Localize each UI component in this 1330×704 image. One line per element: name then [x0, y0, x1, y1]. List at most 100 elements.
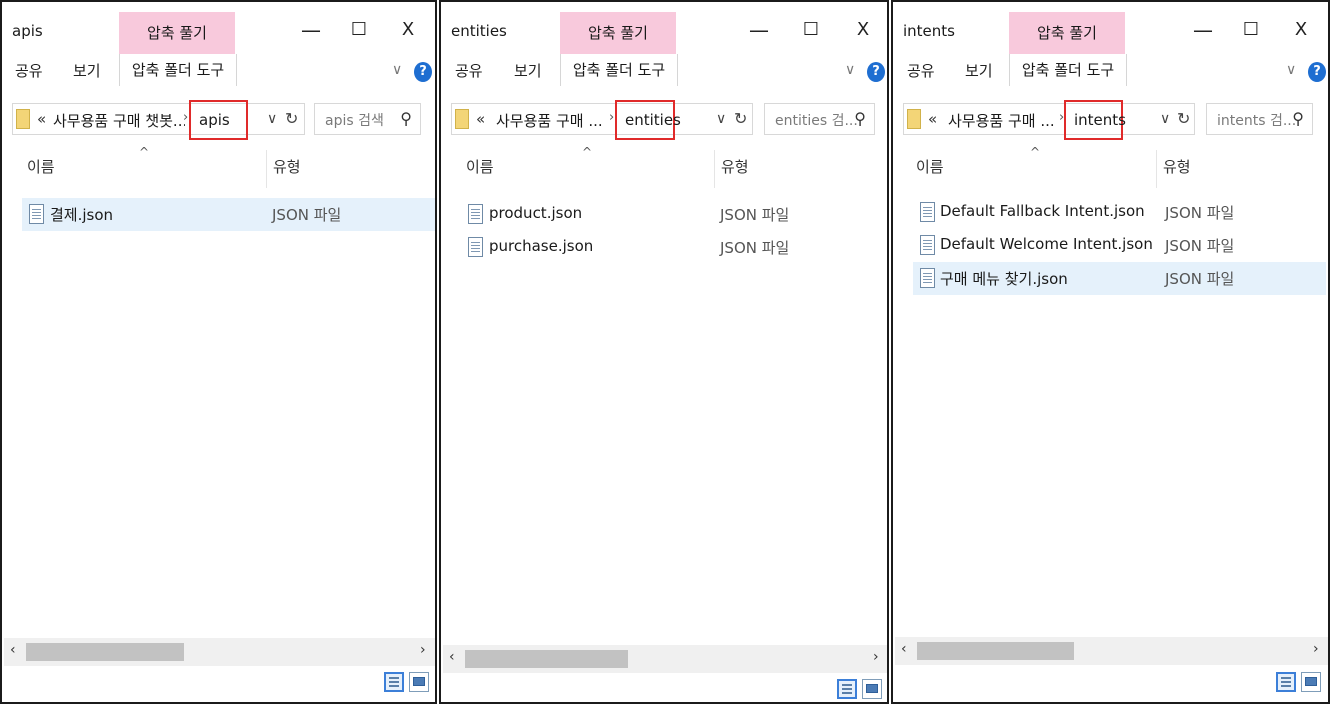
tab-share[interactable]: 공유	[455, 60, 483, 81]
column-header-type[interactable]: 유형	[721, 156, 749, 177]
column-divider[interactable]	[266, 150, 267, 188]
refresh-icon[interactable]: ↻	[734, 109, 747, 128]
help-icon[interactable]: ?	[867, 62, 885, 82]
search-icon[interactable]: ⚲	[854, 109, 866, 128]
horizontal-scrollbar[interactable]: ‹ ›	[4, 638, 435, 666]
breadcrumb-parent[interactable]: 사무용품 구매 챗봇...	[53, 110, 185, 131]
column-header-type[interactable]: 유형	[1163, 156, 1191, 177]
file-type: JSON 파일	[720, 206, 790, 224]
address-bar[interactable]: « 사무용품 구매 챗봇... › apis ∨ ↻	[12, 100, 305, 140]
scroll-left-icon[interactable]: ‹	[10, 642, 16, 658]
tab-compressed-folder-tools[interactable]: 압축 폴더 도구	[1009, 54, 1127, 86]
details-view-button[interactable]	[1276, 672, 1296, 692]
large-icons-view-icon	[413, 677, 425, 686]
tab-extract[interactable]: 압축 풀기	[560, 12, 676, 54]
search-input[interactable]: intents 검... ⚲	[1206, 103, 1313, 135]
file-name: product.json	[489, 204, 583, 222]
tab-view[interactable]: 보기	[514, 60, 542, 81]
breadcrumb-parent[interactable]: 사무용품 구매 ...	[496, 110, 608, 131]
address-dropdown-icon[interactable]: ∨	[716, 111, 726, 127]
scroll-left-icon[interactable]: ‹	[901, 641, 907, 657]
details-view-button[interactable]	[837, 679, 857, 699]
folder-icon	[907, 109, 921, 129]
breadcrumb-chevron[interactable]: «	[37, 110, 46, 128]
refresh-icon[interactable]: ↻	[1177, 109, 1190, 128]
close-button[interactable]: X	[388, 14, 428, 46]
column-header-name[interactable]: 이름	[916, 156, 944, 177]
tab-extract[interactable]: 압축 풀기	[119, 12, 235, 54]
column-divider[interactable]	[1156, 150, 1157, 188]
details-view-icon	[389, 677, 399, 687]
breadcrumb-chevron[interactable]: «	[928, 110, 937, 128]
tab-view[interactable]: 보기	[73, 60, 101, 81]
column-header-name[interactable]: 이름	[466, 156, 494, 177]
chevron-down-icon[interactable]: ∨	[392, 62, 402, 78]
tab-compressed-folder-tools[interactable]: 압축 폴더 도구	[119, 54, 237, 86]
details-view-icon	[842, 684, 852, 694]
address-dropdown-icon[interactable]: ∨	[1160, 111, 1170, 127]
close-button[interactable]: X	[1281, 14, 1321, 46]
horizontal-scrollbar[interactable]: ‹ ›	[443, 645, 887, 673]
address-bar[interactable]: « 사무용품 구매 ... › entities ∨ ↻	[451, 100, 753, 140]
window-title: apis	[12, 22, 43, 40]
explorer-window-entities: entities 압축 풀기 — ☐ X 공유 보기 압축 폴더 도구 ∨ ? …	[439, 0, 889, 704]
file-name: Default Welcome Intent.json	[940, 235, 1153, 253]
breadcrumb-current[interactable]: intents	[1064, 100, 1126, 140]
minimize-button[interactable]: —	[291, 14, 331, 46]
scroll-left-icon[interactable]: ‹	[449, 649, 455, 665]
refresh-icon[interactable]: ↻	[285, 109, 298, 128]
breadcrumb-current[interactable]: apis	[189, 100, 248, 140]
scroll-right-icon[interactable]: ›	[1313, 641, 1319, 657]
help-icon[interactable]: ?	[1308, 62, 1326, 82]
help-icon[interactable]: ?	[414, 62, 432, 82]
maximize-button[interactable]: ☐	[339, 14, 379, 46]
column-divider[interactable]	[714, 150, 715, 188]
scrollbar-thumb[interactable]	[465, 650, 628, 668]
maximize-button[interactable]: ☐	[791, 14, 831, 46]
scrollbar-thumb[interactable]	[917, 642, 1074, 660]
chevron-down-icon[interactable]: ∨	[1286, 62, 1296, 78]
file-row[interactable]: Default Fallback Intent.json JSON 파일	[913, 196, 1326, 229]
sort-caret-icon: ^	[1030, 145, 1041, 159]
large-icons-view-button[interactable]	[1301, 672, 1321, 692]
file-type: JSON 파일	[1165, 237, 1235, 255]
details-view-button[interactable]	[384, 672, 404, 692]
column-header-name[interactable]: 이름	[27, 156, 55, 177]
column-header-type[interactable]: 유형	[273, 156, 301, 177]
large-icons-view-button[interactable]	[862, 679, 882, 699]
tab-compressed-folder-tools[interactable]: 압축 폴더 도구	[560, 54, 678, 86]
search-icon[interactable]: ⚲	[1292, 109, 1304, 128]
breadcrumb-chevron[interactable]: «	[476, 110, 485, 128]
scroll-right-icon[interactable]: ›	[873, 649, 879, 665]
horizontal-scrollbar[interactable]: ‹ ›	[895, 637, 1328, 665]
file-row[interactable]: product.json JSON 파일	[461, 198, 887, 231]
file-row[interactable]: 결제.json JSON 파일	[22, 198, 435, 231]
search-input[interactable]: entities 검... ⚲	[764, 103, 875, 135]
breadcrumb-parent[interactable]: 사무용품 구매 ...	[948, 110, 1060, 131]
file-row[interactable]: purchase.json JSON 파일	[461, 231, 887, 264]
chevron-down-icon[interactable]: ∨	[845, 62, 855, 78]
scroll-right-icon[interactable]: ›	[420, 642, 426, 658]
maximize-button[interactable]: ☐	[1231, 14, 1271, 46]
minimize-button[interactable]: —	[1183, 14, 1223, 46]
address-dropdown-icon[interactable]: ∨	[267, 111, 277, 127]
tab-share[interactable]: 공유	[907, 60, 935, 81]
window-title: entities	[451, 22, 507, 40]
close-button[interactable]: X	[843, 14, 883, 46]
search-icon[interactable]: ⚲	[400, 109, 412, 128]
search-input[interactable]: apis 검색 ⚲	[314, 103, 421, 135]
large-icons-view-button[interactable]	[409, 672, 429, 692]
tab-share[interactable]: 공유	[15, 60, 43, 81]
json-file-icon	[920, 268, 935, 288]
minimize-button[interactable]: —	[739, 14, 779, 46]
tab-view[interactable]: 보기	[965, 60, 993, 81]
scrollbar-thumb[interactable]	[26, 643, 184, 661]
breadcrumb-current[interactable]: entities	[615, 100, 681, 140]
file-row[interactable]: Default Welcome Intent.json JSON 파일	[913, 229, 1326, 262]
tab-extract[interactable]: 압축 풀기	[1009, 12, 1125, 54]
explorer-window-apis: apis 압축 풀기 — ☐ X 공유 보기 압축 폴더 도구 ∨ ? « 사무…	[0, 0, 437, 704]
address-bar[interactable]: « 사무용품 구매 ... › intents ∨ ↻	[903, 100, 1195, 140]
breadcrumb-separator-icon[interactable]: ›	[609, 110, 614, 125]
file-row[interactable]: 구매 메뉴 찾기.json JSON 파일	[913, 262, 1326, 295]
breadcrumb-separator-icon[interactable]: ›	[183, 110, 188, 125]
